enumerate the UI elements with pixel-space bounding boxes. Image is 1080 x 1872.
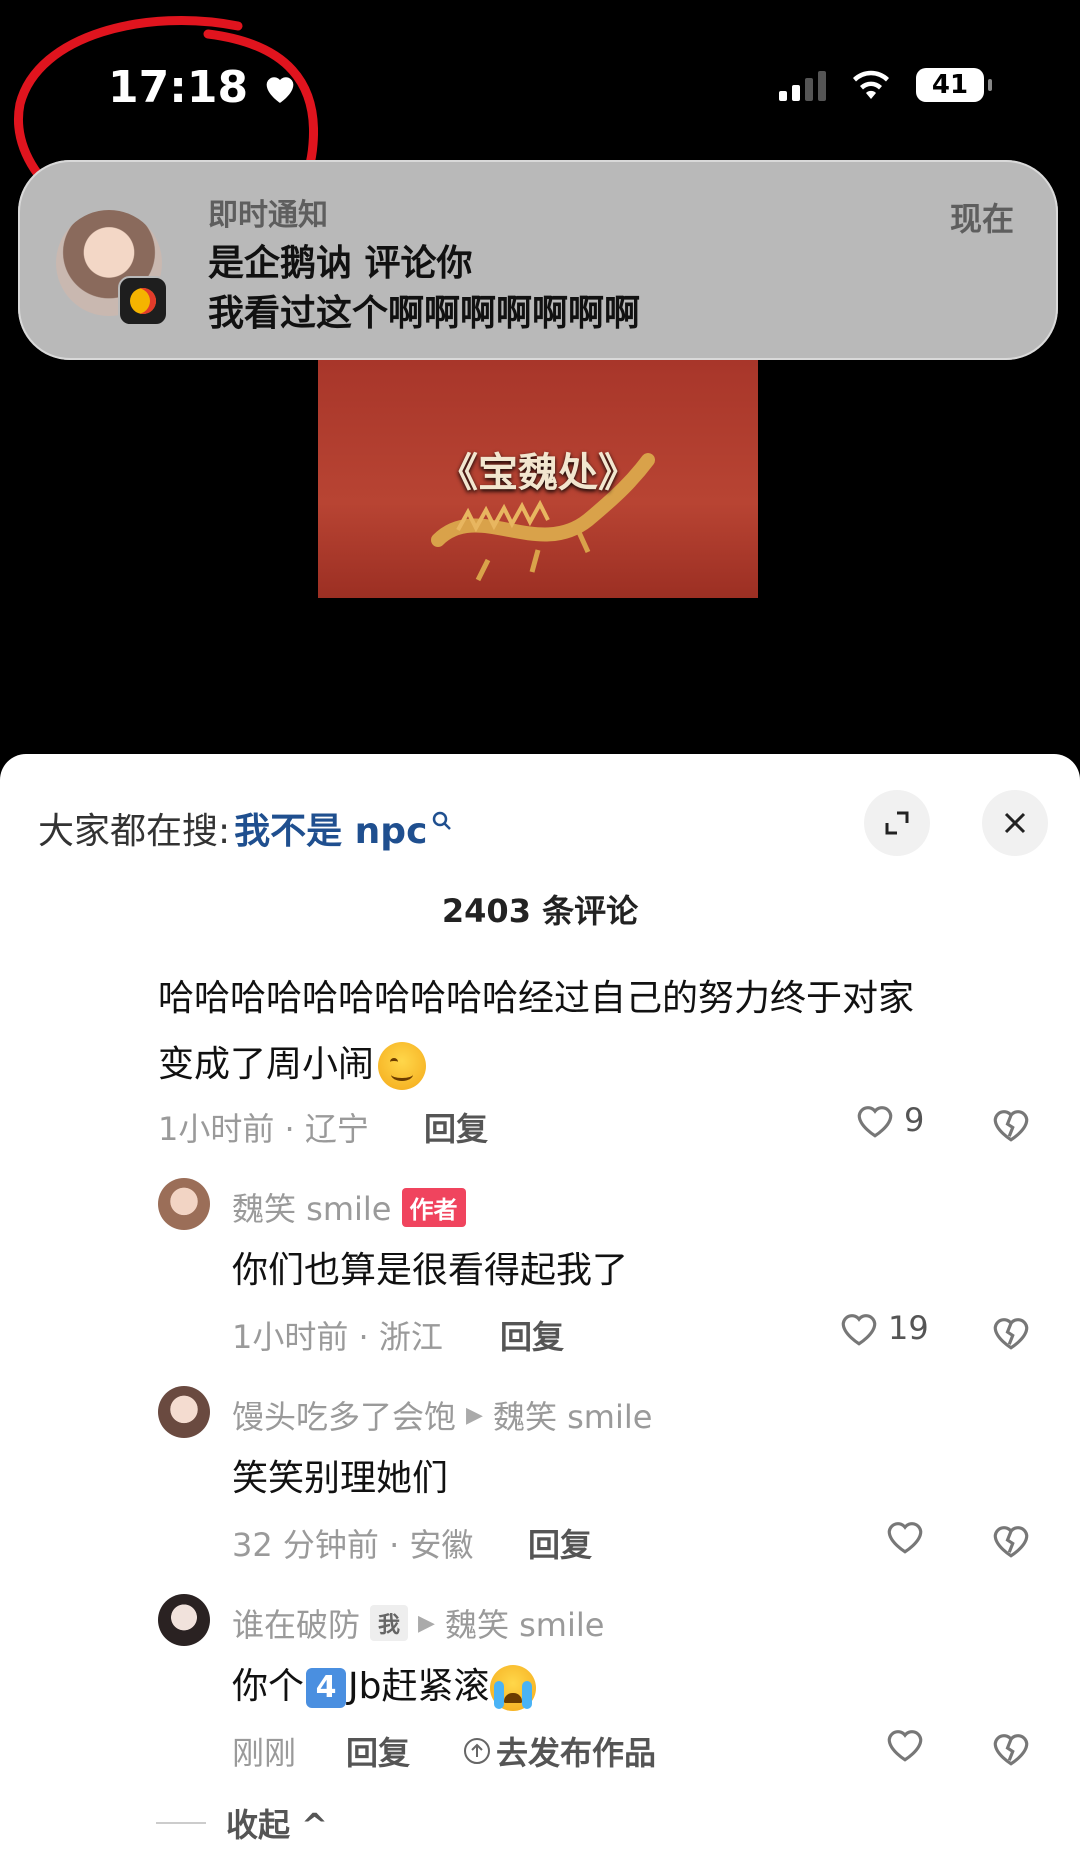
- reply-button[interactable]: 回复: [424, 1104, 488, 1150]
- expand-button[interactable]: [864, 790, 930, 856]
- close-icon: [1004, 812, 1026, 834]
- wifi-icon: [850, 69, 892, 101]
- comment-text: 你个 4 Jb赶紧滚: [232, 1654, 536, 1720]
- heart-outline-icon: [887, 1730, 923, 1762]
- cellular-signal-icon: [779, 69, 826, 101]
- collapse-replies-button[interactable]: 收起 ^: [156, 1800, 328, 1846]
- expand-icon: [885, 811, 909, 835]
- avatar[interactable]: [158, 1594, 210, 1646]
- divider-line: [156, 1822, 206, 1824]
- broken-heart-icon: [993, 1110, 1029, 1142]
- reply-button[interactable]: 回复: [500, 1312, 564, 1358]
- comment-meta: 1小时前 · 浙江: [232, 1318, 443, 1356]
- comment-text: 你们也算是很看得起我了: [232, 1250, 629, 1291]
- avatar[interactable]: [158, 1386, 210, 1438]
- broken-heart-icon: [993, 1318, 1029, 1350]
- author-badge: 作者: [401, 1187, 466, 1227]
- comment-meta: 1小时前 · 辽宁: [158, 1110, 369, 1148]
- comment-username[interactable]: 魏笑 smile 作者: [232, 1184, 466, 1230]
- weibo-app-icon: [118, 276, 168, 326]
- publish-work-button[interactable]: 去发布作品: [462, 1728, 656, 1774]
- status-indicators: 41: [779, 68, 992, 102]
- smile-emoji-icon: [378, 1042, 427, 1090]
- search-term[interactable]: 我不是 npc: [234, 802, 427, 854]
- like-button[interactable]: [884, 1724, 926, 1764]
- reply-to-username: 魏笑 smile: [444, 1606, 605, 1644]
- notification-time: 现在: [949, 200, 1014, 238]
- like-count: 19: [888, 1309, 929, 1347]
- close-button[interactable]: [982, 790, 1048, 856]
- like-count: 9: [904, 1101, 925, 1139]
- comment-text: 哈哈哈哈哈哈哈哈哈哈经过自己的努力终于对家 变成了周小闹: [158, 966, 914, 1098]
- dislike-button[interactable]: [990, 1728, 1032, 1768]
- dislike-button[interactable]: [990, 1104, 1032, 1144]
- dislike-button[interactable]: [990, 1312, 1032, 1352]
- comment-meta: 32 分钟前 · 安徽: [232, 1526, 474, 1564]
- search-suggestion[interactable]: 大家都在搜: 我不是 npc: [38, 802, 453, 854]
- comment-meta: 刚刚: [232, 1734, 297, 1772]
- reply-arrow-icon: ▶: [466, 1402, 483, 1428]
- heart-outline-icon: [857, 1106, 893, 1138]
- reply-to-username: 魏笑 smile: [492, 1398, 653, 1436]
- battery-level: 41: [931, 70, 969, 100]
- comment-text: 笑笑别理她们: [232, 1458, 449, 1499]
- like-button[interactable]: [884, 1516, 926, 1556]
- dislike-button[interactable]: [990, 1520, 1032, 1560]
- me-badge: 我: [370, 1605, 409, 1641]
- upload-icon: [464, 1738, 490, 1764]
- reply-button[interactable]: 回复: [528, 1520, 592, 1566]
- video-title: 《宝魏处》: [438, 449, 638, 496]
- like-button[interactable]: 9: [854, 1100, 924, 1140]
- keycap-emoji: 4: [306, 1668, 347, 1708]
- notification-body: 我看过这个啊啊啊啊啊啊啊: [208, 293, 641, 334]
- search-prefix: 大家都在搜:: [38, 811, 231, 852]
- notification-kind: 即时通知: [208, 198, 328, 233]
- heart-outline-icon: [887, 1522, 923, 1554]
- avatar[interactable]: [158, 1178, 210, 1230]
- like-button[interactable]: 19: [838, 1308, 929, 1348]
- broken-heart-icon: [993, 1734, 1029, 1766]
- notification-title: 是企鹅讷 评论你: [208, 243, 473, 284]
- status-time: 17:18: [108, 62, 300, 113]
- video-thumbnail[interactable]: 《宝魏处》: [318, 360, 758, 598]
- reply-button[interactable]: 回复: [346, 1728, 410, 1774]
- comment-sheet: 大家都在搜: 我不是 npc 2403 条评论 哈哈哈哈哈哈哈哈哈哈经过自己的努…: [0, 754, 1080, 1872]
- heart-icon: [260, 68, 300, 108]
- comment-count: 2403 条评论: [441, 892, 639, 930]
- comment-username[interactable]: 谁在破防 我 ▶ 魏笑 smile: [232, 1600, 604, 1646]
- reply-arrow-icon: ▶: [418, 1610, 435, 1636]
- broken-heart-icon: [993, 1526, 1029, 1558]
- battery-indicator: 41: [916, 68, 992, 102]
- comment-username[interactable]: 馒头吃多了会饱 ▶ 魏笑 smile: [232, 1392, 652, 1438]
- collapse-label: 收起 ^: [226, 1806, 328, 1844]
- search-icon: [427, 811, 453, 832]
- heart-outline-icon: [841, 1314, 877, 1346]
- crying-laughing-emoji-icon: [489, 1665, 536, 1711]
- notification-banner[interactable]: 即时通知 是企鹅讷 评论你 我看过这个啊啊啊啊啊啊啊 现在: [18, 160, 1058, 360]
- clock-text: 17:18: [108, 62, 249, 113]
